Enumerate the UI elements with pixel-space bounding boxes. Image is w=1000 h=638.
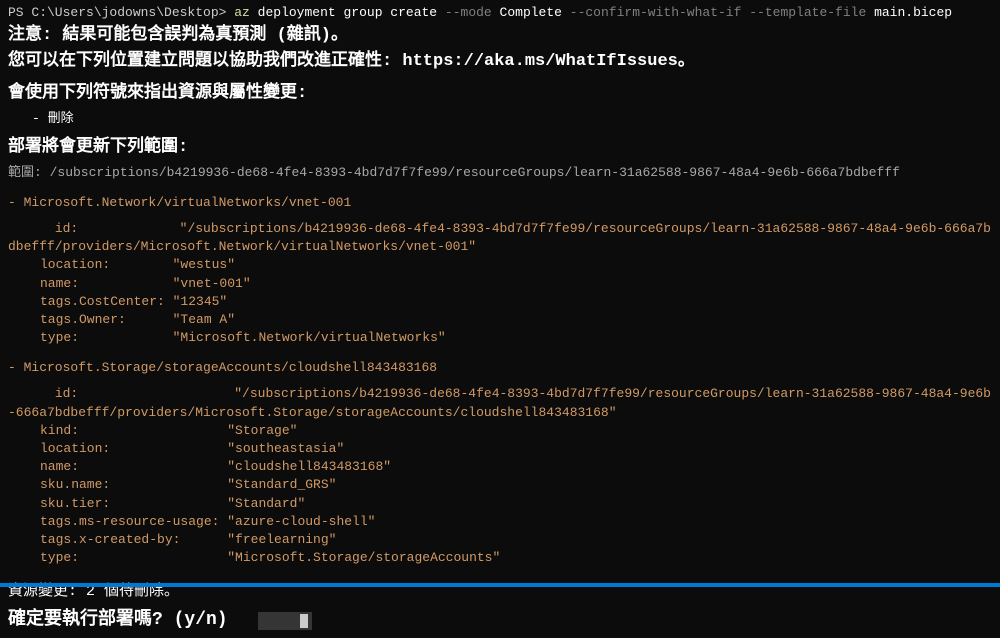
property-line: location: "westus" [40,256,992,274]
param-mode: --mode [445,5,492,20]
property-line: tags.x-created-by: "freelearning" [40,531,992,549]
param-confirm: --confirm-with-what-if [570,5,742,20]
property-line: tags.ms-resource-usage: "azure-cloud-she… [40,513,992,531]
property-line: type: "Microsoft.Storage/storageAccounts… [40,549,992,567]
resource-2-id: id: "/subscriptions/b4219936-de68-4fe4-8… [8,385,992,421]
mode-value: Complete [500,5,562,20]
delete-symbol: - 刪除 [32,110,992,128]
input-area[interactable] [258,612,312,630]
resource-1-id: id: "/subscriptions/b4219936-de68-4fe4-8… [8,220,992,256]
ps-prompt: PS C:\Users\jodowns\Desktop> [8,5,226,20]
property-line: tags.CostCenter: "12345" [40,293,992,311]
property-line: name: "cloudshell843483168" [40,458,992,476]
property-line: name: "vnet-001" [40,275,992,293]
property-line: type: "Microsoft.Network/virtualNetworks… [40,329,992,347]
resource-2-header: - Microsoft.Storage/storageAccounts/clou… [8,359,992,377]
property-line: sku.tier: "Standard" [40,495,992,513]
command-line: PS C:\Users\jodowns\Desktop> az deployme… [8,4,992,22]
taskbar [0,583,1000,587]
confirm-text: 確定要執行部署嗎? (y/n) [8,608,228,633]
update-heading: 部署將會更新下列範圍: [8,136,992,160]
scope-line: 範圍: /subscriptions/b4219936-de68-4fe4-83… [8,164,992,182]
param-template: --template-file [749,5,866,20]
template-file: main.bicep [874,5,952,20]
property-line: tags.Owner: "Team A" [40,311,992,329]
cursor-icon [300,614,308,628]
resource-1-header: - Microsoft.Network/virtualNetworks/vnet… [8,194,992,212]
help-line: 您可以在下列位置建立問題以協助我們改進正確性: https://aka.ms/W… [8,50,992,74]
note-heading: 注意: 結果可能包含誤判為真預測 (雜訊)。 [8,24,992,48]
cmd-deployment: deployment group create [258,5,437,20]
property-line: sku.name: "Standard_GRS" [40,476,992,494]
property-line: kind: "Storage" [40,422,992,440]
cmd-az: az [234,5,250,20]
confirm-prompt[interactable]: 確定要執行部署嗎? (y/n) [8,608,992,633]
symbols-heading: 會使用下列符號來指出資源與屬性變更: [8,82,992,106]
terminal-output: PS C:\Users\jodowns\Desktop> az deployme… [8,4,992,634]
property-line: location: "southeastasia" [40,440,992,458]
